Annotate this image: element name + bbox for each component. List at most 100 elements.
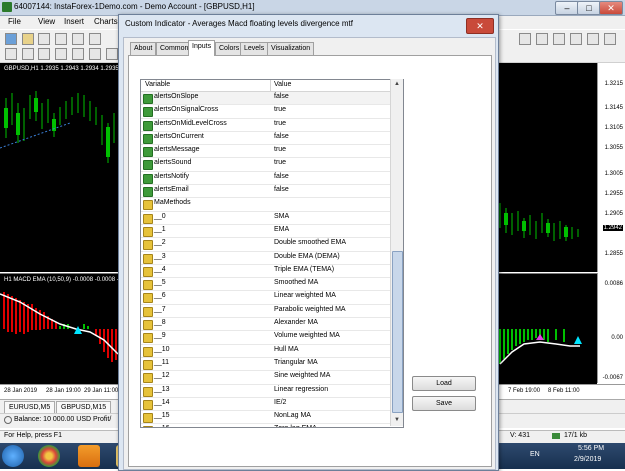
horizontal-line-icon[interactable] [55, 48, 67, 60]
variable-value[interactable]: true [274, 120, 286, 127]
new-chart-icon[interactable] [5, 33, 17, 45]
variable-value[interactable]: false [274, 133, 289, 140]
grid-row[interactable]: alertsEmail false [141, 185, 403, 199]
variable-value[interactable]: Alexander MA [274, 319, 318, 326]
variable-value[interactable]: Smoothed MA [274, 279, 318, 286]
grid-row[interactable]: __15 NonLag MA [141, 411, 403, 425]
grid-scrollbar[interactable]: ▲ ▼ [390, 79, 403, 426]
grid-row[interactable]: alertsSound true [141, 158, 403, 172]
variable-value[interactable]: true [274, 159, 286, 166]
language-indicator[interactable]: EN [530, 451, 540, 458]
tab-levels[interactable]: Levels [240, 42, 269, 55]
variable-value[interactable]: false [274, 93, 289, 100]
menu-view[interactable]: View [38, 17, 55, 26]
variable-value[interactable]: Triple EMA (TEMA) [274, 266, 334, 273]
grid-row[interactable]: __16 Zero lag EMA [141, 424, 403, 427]
variable-value[interactable]: Double EMA (DEMA) [274, 253, 340, 260]
column-separator[interactable] [270, 80, 271, 91]
vertical-line-icon[interactable] [38, 48, 50, 60]
variable-value[interactable]: false [274, 173, 289, 180]
grid-row[interactable]: alertsOnCurrent false [141, 132, 403, 146]
grid-row[interactable]: __2 Double smoothed EMA [141, 238, 403, 252]
grid-row[interactable]: __11 Triangular MA [141, 358, 403, 372]
variable-value[interactable]: Linear regression [274, 386, 328, 393]
close-main-button[interactable]: ✕ [599, 1, 623, 15]
grid-row[interactable]: __12 Sine weighted MA [141, 371, 403, 385]
grid-row[interactable]: __6 Linear weighted MA [141, 291, 403, 305]
variable-value[interactable]: true [274, 106, 286, 113]
variable-value[interactable]: EMA [274, 226, 289, 233]
menu-file[interactable]: File [8, 17, 21, 26]
variable-value[interactable]: Hull MA [274, 346, 299, 353]
variable-value[interactable]: NonLag MA [274, 412, 311, 419]
menu-insert[interactable]: Insert [64, 17, 84, 26]
tab-visualization[interactable]: Visualization [267, 42, 315, 55]
clock-time[interactable]: 5:56 PM [578, 445, 604, 452]
chart-shift-icon[interactable] [587, 33, 599, 45]
indicators-icon[interactable] [604, 33, 616, 45]
tester-icon[interactable] [89, 33, 101, 45]
tab-about[interactable]: About [130, 42, 157, 55]
grid-row[interactable]: alertsOnMidLevelCross true [141, 119, 403, 132]
variable-value[interactable]: Double smoothed EMA [274, 239, 346, 246]
market-watch-icon[interactable] [38, 33, 50, 45]
grid-row[interactable]: alertsMessage true [141, 145, 403, 159]
variable-value[interactable]: Parabolic weighted MA [274, 306, 346, 313]
vlc-icon[interactable] [78, 445, 100, 467]
load-button[interactable]: Load [412, 376, 476, 391]
variable-value[interactable]: Linear weighted MA [274, 292, 336, 299]
grid-row[interactable]: __9 Volume weighted MA [141, 331, 403, 345]
variable-value[interactable]: Volume weighted MA [274, 332, 340, 339]
minimize-button[interactable]: – [555, 1, 579, 15]
column-variable[interactable]: Variable [145, 81, 170, 88]
variable-value[interactable]: SMA [274, 213, 289, 220]
crosshair-icon[interactable] [22, 48, 34, 60]
variable-value[interactable]: false [274, 186, 289, 193]
variable-value[interactable]: true [274, 146, 286, 153]
variable-value[interactable]: IE/2 [274, 399, 286, 406]
grid-row[interactable]: __1 EMA [141, 225, 403, 239]
maximize-button[interactable]: □ [577, 1, 601, 15]
tab-colors[interactable]: Colors [215, 42, 244, 55]
grid-row[interactable]: MaMethods [141, 198, 403, 212]
scroll-down-arrow[interactable]: ▼ [391, 415, 403, 426]
tile-icon[interactable] [553, 33, 565, 45]
variable-value[interactable]: Zero lag EMA [274, 425, 317, 427]
column-value[interactable]: Value [274, 81, 291, 88]
profiles-icon[interactable] [22, 33, 34, 45]
zoom-in-icon[interactable] [519, 33, 531, 45]
grid-row[interactable]: __0 SMA [141, 212, 403, 225]
tab-common[interactable]: Common [156, 42, 193, 55]
scroll-thumb[interactable] [392, 251, 403, 413]
variable-value[interactable]: Sine weighted MA [274, 372, 330, 379]
clock-date[interactable]: 2/9/2019 [574, 456, 601, 463]
variable-value[interactable]: Triangular MA [274, 359, 318, 366]
grid-row[interactable]: __3 Double EMA (DEMA) [141, 252, 403, 265]
save-button[interactable]: Save [412, 396, 476, 411]
autoscroll-icon[interactable] [570, 33, 582, 45]
grid-row[interactable]: alertsOnSlope false [141, 92, 403, 106]
grid-row[interactable]: __7 Parabolic weighted MA [141, 305, 403, 319]
grid-row[interactable]: alertsNotify false [141, 172, 403, 186]
navigator-icon[interactable] [55, 33, 67, 45]
tab-inputs[interactable]: Inputs [188, 40, 216, 56]
grid-row[interactable]: __8 Alexander MA [141, 318, 403, 332]
grid-row[interactable]: __4 Triple EMA (TEMA) [141, 265, 403, 279]
dialog-close-button[interactable]: ✕ [466, 18, 494, 34]
cursor-icon[interactable] [5, 48, 17, 60]
grid-row[interactable]: __5 Smoothed MA [141, 278, 403, 292]
trendline-icon[interactable] [72, 48, 84, 60]
terminal-icon[interactable] [72, 33, 84, 45]
zoom-out-icon[interactable] [536, 33, 548, 45]
grid-row[interactable]: __10 Hull MA [141, 345, 403, 358]
grid-row[interactable]: __13 Linear regression [141, 385, 403, 398]
start-button[interactable] [2, 445, 24, 467]
grid-row[interactable]: __14 IE/2 [141, 398, 403, 412]
scroll-up-arrow[interactable]: ▲ [391, 79, 403, 90]
text-tool-icon[interactable] [89, 48, 101, 60]
menu-charts[interactable]: Charts [94, 17, 118, 26]
fibonacci-icon[interactable] [106, 48, 118, 60]
chrome-icon[interactable] [38, 445, 60, 467]
grid-row[interactable]: alertsOnSignalCross true [141, 105, 403, 119]
dialog-title-bar[interactable]: Custom Indicator - Averages Macd floatin… [119, 15, 498, 37]
